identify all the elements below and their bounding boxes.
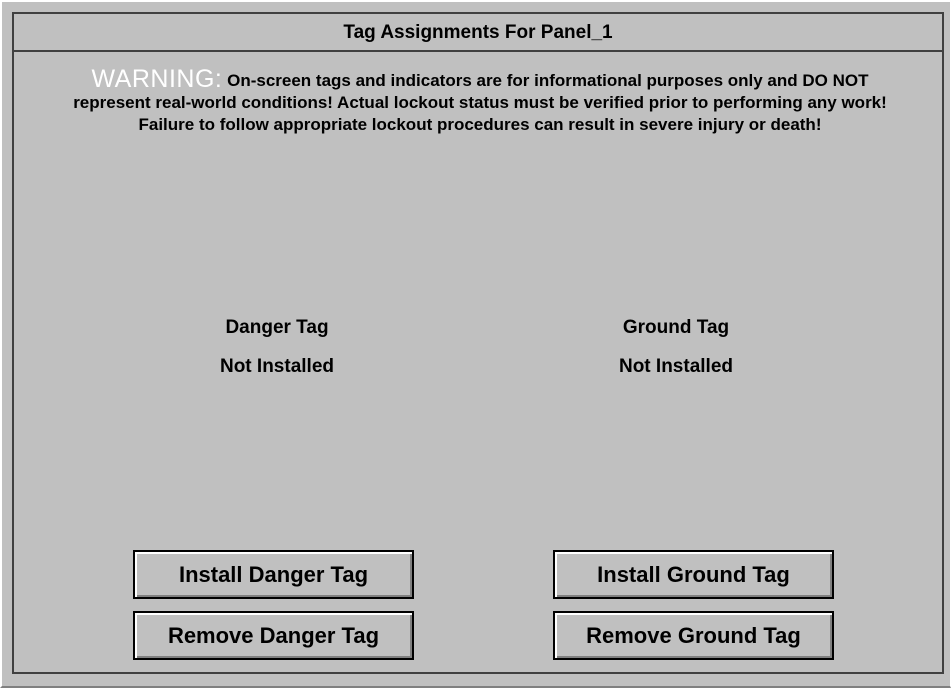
- danger-tag-heading: Danger Tag: [225, 317, 329, 338]
- tag-assignments-window: Tag Assignments For Panel_1 WARNING: On-…: [0, 0, 951, 688]
- warning-label: WARNING:: [91, 65, 223, 93]
- window-title: Tag Assignments For Panel_1: [14, 14, 942, 52]
- ground-tag-heading: Ground Tag: [622, 317, 730, 338]
- remove-danger-tag-button[interactable]: Remove Danger Tag: [133, 611, 414, 660]
- install-ground-tag-button[interactable]: Install Ground Tag: [553, 550, 834, 599]
- install-danger-tag-button[interactable]: Install Danger Tag: [133, 550, 414, 599]
- warning-notice: WARNING: On-screen tags and indicators a…: [52, 65, 908, 136]
- ground-tag-status: Not Installed: [618, 356, 733, 377]
- remove-ground-tag-button[interactable]: Remove Ground Tag: [553, 611, 834, 660]
- tag-assignments-panel: Tag Assignments For Panel_1 WARNING: On-…: [12, 12, 944, 674]
- danger-tag-status: Not Installed: [219, 356, 334, 377]
